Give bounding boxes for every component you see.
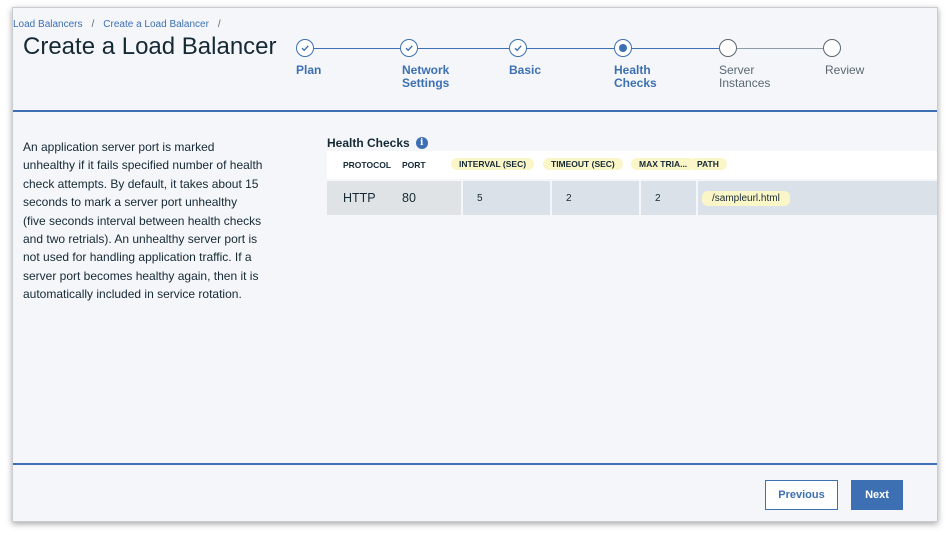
column-header-interval: INTERVAL (SEC) (451, 158, 535, 170)
column-header-max-tries: MAX TRIA... (631, 158, 696, 170)
path-input[interactable]: /sampleurl.html (696, 181, 937, 215)
timeout-input[interactable]: 2 (550, 181, 639, 215)
column-header-port: PORT (402, 160, 426, 170)
path-value: /sampleurl.html (702, 190, 790, 206)
footer-divider (13, 463, 937, 465)
stepper-connector (418, 48, 509, 49)
breadcrumb-separator: / (217, 19, 221, 30)
health-checks-heading: Health Checks i (327, 136, 428, 150)
health-checks-title: Health Checks (327, 136, 410, 150)
step-label-basic[interactable]: Basic (509, 64, 541, 77)
step-label-network-settings[interactable]: Network Settings (402, 64, 449, 90)
table-row: HTTP 80 5 2 2 /sampleurl.html (327, 181, 937, 215)
app-window: Load Balancers / Create a Load Balancer / C… (12, 7, 938, 522)
step-label-health-checks[interactable]: Health Checks (614, 64, 657, 90)
info-icon[interactable]: i (415, 137, 428, 149)
stepper-connector (527, 48, 614, 49)
interval-input[interactable]: 5 (461, 181, 550, 215)
stepper-connector (632, 48, 719, 49)
health-check-description: An application server port is marked unh… (23, 140, 263, 302)
step-basic-check-icon[interactable] (509, 39, 527, 57)
step-label-plan[interactable]: Plan (296, 64, 321, 77)
page-title: Create a Load Balancer (23, 33, 277, 60)
step-server-instances-pending-icon (719, 39, 737, 57)
protocol-value: HTTP (343, 191, 376, 205)
stepper-connector (314, 48, 400, 49)
breadcrumb-create-load-balancer[interactable]: Create a Load Balancer (103, 19, 209, 30)
next-button[interactable]: Next (851, 480, 903, 510)
previous-button[interactable]: Previous (765, 480, 838, 510)
breadcrumb-load-balancers[interactable]: Load Balancers (13, 19, 83, 30)
breadcrumb: Load Balancers / Create a Load Balancer / (13, 19, 230, 30)
column-header-timeout: TIMEOUT (SEC) (543, 158, 623, 170)
column-header-protocol: PROTOCOL (343, 160, 392, 170)
health-checks-table-header: PROTOCOL PORT INTERVAL (SEC) TIMEOUT (SE… (327, 151, 937, 179)
step-label-server-instances: Server Instances (719, 63, 771, 90)
step-network-settings-check-icon[interactable] (400, 39, 418, 57)
step-health-checks-current-icon[interactable] (614, 39, 632, 57)
port-value: 80 (402, 191, 416, 205)
stepper-connector (737, 48, 823, 49)
step-plan-check-icon[interactable] (296, 39, 314, 57)
step-review-pending-icon (823, 39, 841, 57)
max-tries-input[interactable]: 2 (639, 181, 696, 215)
breadcrumb-separator: / (91, 19, 95, 30)
header-divider (13, 110, 937, 112)
step-label-review: Review (825, 63, 865, 77)
column-header-path: PATH (689, 158, 727, 170)
